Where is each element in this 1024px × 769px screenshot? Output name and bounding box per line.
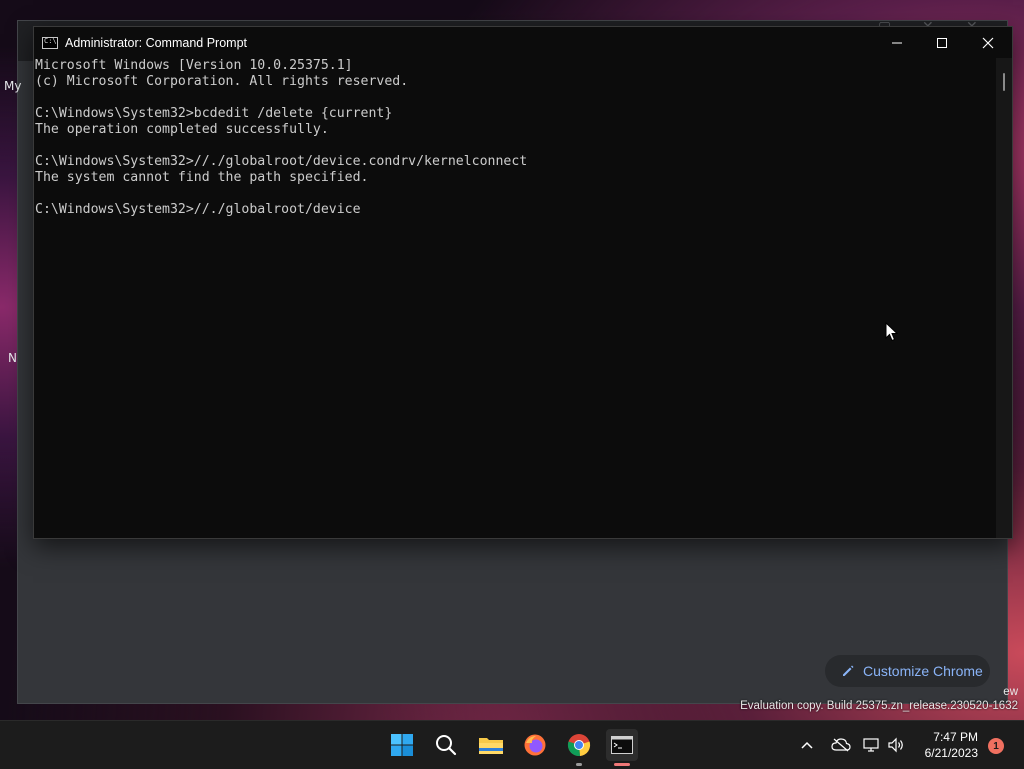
volume-button[interactable] xyxy=(887,721,905,769)
vertical-scrollbar[interactable] xyxy=(996,58,1012,538)
show-hidden-icons-button[interactable] xyxy=(800,721,814,769)
console-line: The system cannot find the path specifie… xyxy=(35,170,369,185)
chrome-fragment-2: N xyxy=(8,351,17,365)
search-button[interactable] xyxy=(430,729,462,761)
close-button[interactable] xyxy=(965,27,1011,58)
onedrive-button[interactable] xyxy=(831,721,851,769)
firefox-button[interactable] xyxy=(519,729,551,761)
console-line: The operation completed successfully. xyxy=(35,122,329,137)
console-line: (c) Microsoft Corporation. All rights re… xyxy=(35,74,409,89)
search-icon xyxy=(436,735,457,756)
close-icon xyxy=(982,37,994,48)
network-button[interactable] xyxy=(863,721,881,769)
console-output[interactable]: Microsoft Windows [Version 10.0.25375.1]… xyxy=(34,58,995,538)
folder-icon xyxy=(479,738,503,754)
network-icon xyxy=(863,738,879,752)
minimize-button[interactable] xyxy=(874,27,920,58)
clock-button[interactable]: 7:47 PM 6/21/2023 xyxy=(925,729,978,761)
chrome-icon xyxy=(567,734,591,757)
console-app-icon: C:\ xyxy=(42,36,58,49)
mouse-pointer-icon xyxy=(885,322,899,342)
watermark-fragment: ew xyxy=(1003,686,1018,698)
notification-badge[interactable]: 1 xyxy=(988,738,1004,754)
terminal-button[interactable] xyxy=(606,729,638,766)
console-line: C:\Windows\System32>//./globalroot/devic… xyxy=(35,154,528,169)
command-prompt-window[interactable]: C:\ Administrator: Command Prompt Micros… xyxy=(33,26,1013,539)
console-line xyxy=(35,90,995,106)
customize-chrome-label: Customize Chrome xyxy=(863,663,983,679)
customize-chrome-button[interactable]: Customize Chrome xyxy=(825,655,990,687)
pencil-icon xyxy=(843,665,854,676)
clock-time: 7:47 PM xyxy=(933,730,978,744)
console-line: Microsoft Windows [Version 10.0.25375.1] xyxy=(35,58,353,73)
active-indicator xyxy=(614,763,630,766)
console-app-icon-glyph: C:\ xyxy=(44,36,57,45)
console-line xyxy=(35,186,995,202)
titlebar[interactable]: C:\ Administrator: Command Prompt xyxy=(34,27,1012,58)
windows-logo-icon xyxy=(391,734,413,756)
console-icon xyxy=(611,736,633,754)
minimize-icon xyxy=(892,42,902,43)
window-title: Administrator: Command Prompt xyxy=(65,35,248,50)
maximize-button[interactable] xyxy=(919,27,965,58)
cloud-offline-icon xyxy=(831,738,851,752)
chevron-up-icon xyxy=(801,741,813,749)
console-line xyxy=(35,138,995,154)
speaker-icon xyxy=(888,737,903,753)
file-explorer-button[interactable] xyxy=(475,729,507,761)
taskbar: 7:47 PM 6/21/2023 1 xyxy=(0,720,1024,769)
firefox-icon xyxy=(524,734,546,756)
clock-date: 6/21/2023 xyxy=(924,746,978,760)
evaluation-watermark: Evaluation copy. Build 25375.zn_release.… xyxy=(740,700,1018,712)
console-line: C:\Windows\System32>bcdedit /delete {cur… xyxy=(35,106,393,121)
chrome-bookmark-fragment: My xyxy=(4,79,22,93)
running-indicator xyxy=(576,763,582,766)
maximize-icon xyxy=(937,37,947,48)
chrome-button[interactable] xyxy=(563,729,595,766)
console-input-line[interactable]: C:\Windows\System32>//./globalroot/devic… xyxy=(35,202,995,218)
start-button[interactable] xyxy=(386,729,418,761)
scrollbar-thumb[interactable] xyxy=(1003,73,1005,91)
